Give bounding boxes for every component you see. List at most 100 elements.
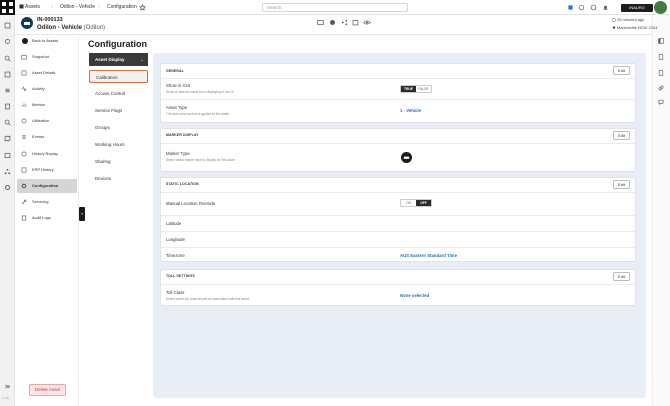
chart-icon[interactable] [4, 71, 11, 78]
show-in-gui-toggle[interactable]: TRUE FALSE [400, 85, 432, 93]
grid-icon[interactable] [567, 4, 574, 11]
nav-item-snapshot[interactable]: Snapshot [17, 50, 77, 64]
longitude-label: Longitude [166, 237, 185, 242]
marker-title: MARKER DISPLAY [166, 133, 199, 137]
nav-item-erp-history[interactable]: ERP History [17, 163, 77, 177]
config-tab-calibration[interactable]: Calibration [89, 70, 148, 83]
general-edit-button[interactable]: Edit [613, 66, 630, 75]
nav-label: Snapshot [32, 54, 49, 59]
asset-avatar [21, 17, 33, 29]
map-icon[interactable] [4, 135, 11, 142]
list-icon[interactable] [4, 87, 11, 94]
car-marker-icon[interactable] [401, 152, 412, 163]
timezone-value[interactable]: AUS Eastern Standard Time [400, 253, 457, 259]
help-icon[interactable] [590, 4, 597, 11]
config-tab-working-hours[interactable]: Working Hours [89, 138, 148, 151]
camera-icon [21, 54, 27, 60]
document-icon[interactable] [658, 54, 664, 60]
search-input[interactable]: Search [262, 3, 408, 12]
asset-type: (Odilon) [83, 25, 106, 31]
static-location-card: STATIC LOCATION Edit Manual Location Ove… [160, 177, 636, 262]
config-tab-sharing[interactable]: Sharing [89, 155, 148, 168]
static-title: STATIC LOCATION [166, 182, 199, 186]
nav-item-utilisation[interactable]: Utilisation [17, 114, 77, 128]
calendar-icon[interactable] [352, 19, 359, 26]
bell-icon[interactable] [602, 4, 609, 11]
star-icon[interactable] [139, 4, 146, 11]
search-icon[interactable] [4, 55, 11, 62]
nav-item-metrics[interactable]: Metrics [17, 98, 77, 112]
config-tab-access-control[interactable]: Access Control [89, 87, 148, 100]
sync-icon[interactable] [578, 4, 585, 11]
document-icon[interactable] [658, 70, 664, 76]
archive-icon[interactable] [4, 152, 11, 159]
pie-icon [21, 118, 27, 124]
toll-class-value[interactable]: None selected [400, 293, 429, 299]
location-icon [612, 26, 616, 30]
nav-item-history-replay[interactable]: History Replay [17, 147, 77, 161]
nav-label: Activity [32, 86, 45, 91]
settings-icon[interactable] [4, 38, 11, 45]
nav-label: History Replay [32, 151, 59, 156]
toggle-off[interactable]: OFF [416, 200, 431, 206]
document-icon[interactable] [4, 103, 11, 110]
eye-icon[interactable] [363, 19, 371, 26]
chat-icon[interactable] [658, 99, 664, 105]
search-icon[interactable] [4, 119, 11, 126]
settings-icon[interactable] [329, 19, 336, 26]
breadcrumb-assets[interactable]: Assets [25, 3, 40, 12]
marker-type-label: Marker Type [166, 151, 190, 156]
share-icon[interactable] [341, 19, 348, 26]
config-tab-devices[interactable]: Devices [89, 172, 148, 185]
delete-asset-button[interactable]: Delete Asset [29, 384, 66, 396]
static-edit-button[interactable]: Edit [613, 180, 630, 189]
override-row: Manual Location Override ON OFF [161, 192, 635, 215]
location-text: Marrickville NSW 2204 [617, 25, 658, 30]
toll-edit-button[interactable]: Edit [613, 272, 630, 281]
toggle-false[interactable]: FALSE [416, 86, 431, 92]
config-tab-groups[interactable]: Groups [89, 121, 148, 134]
override-toggle[interactable]: ON OFF [400, 199, 432, 207]
config-tab-label: Asset Display [95, 57, 125, 62]
breadcrumb-asset[interactable]: Odilon - Vehicle [60, 3, 95, 12]
log-icon [21, 215, 27, 221]
nav-item-configuration[interactable]: Configuration [17, 179, 77, 193]
marker-edit-button[interactable]: Edit [613, 131, 630, 140]
user-name[interactable]: INAURO [621, 4, 653, 12]
asset-type-value[interactable]: 1 - Vehicle [400, 108, 421, 114]
network-icon[interactable] [4, 168, 11, 175]
timezone-row: Timezone AUS Eastern Standard Time [161, 247, 635, 262]
link-icon[interactable] [658, 85, 664, 91]
dashboard-icon[interactable] [4, 22, 11, 29]
nav-label: Configuration [32, 183, 59, 188]
config-tab-asset-display[interactable]: Asset Display → [89, 53, 148, 66]
back-to-assets[interactable]: Back to Assets [32, 37, 58, 45]
nav-label: Metrics [32, 102, 45, 107]
nav-item-audit-logs[interactable]: Audit Logs [17, 211, 77, 225]
avatar[interactable] [654, 1, 667, 14]
nav-item-asset-details[interactable]: Asset Details [17, 66, 77, 80]
truck-icon[interactable] [317, 19, 324, 26]
config-tab-service-flags[interactable]: Service Flags [89, 104, 148, 117]
activity-icon [21, 86, 27, 92]
nav-label: Audit Logs [32, 215, 51, 220]
nav-label: Utilisation [32, 118, 50, 123]
toll-class-label: Toll Class [166, 290, 185, 295]
app-logo[interactable] [0, 0, 15, 15]
nav-item-servicing[interactable]: Servicing [17, 195, 77, 209]
panel-toggle-icon[interactable] [658, 38, 664, 44]
nav-item-activity[interactable]: Activity [17, 82, 77, 96]
toggle-true[interactable]: TRUE [401, 86, 416, 92]
gear-icon[interactable] [4, 184, 11, 191]
expand-icon[interactable] [4, 383, 11, 390]
arrow-right-icon: → [139, 57, 145, 62]
asset-id: IN-000133 [37, 17, 63, 23]
nav-label: Asset Details [32, 70, 56, 75]
nav-item-events[interactable]: Events [17, 130, 77, 144]
toll-class-desc: Select which toll class should be associ… [166, 297, 249, 301]
toggle-on[interactable]: ON [401, 200, 416, 206]
back-icon[interactable] [22, 38, 28, 44]
collapse-nav-button[interactable]: » [79, 207, 85, 221]
breadcrumb-separator: › [98, 4, 100, 10]
home-icon[interactable] [19, 4, 24, 9]
